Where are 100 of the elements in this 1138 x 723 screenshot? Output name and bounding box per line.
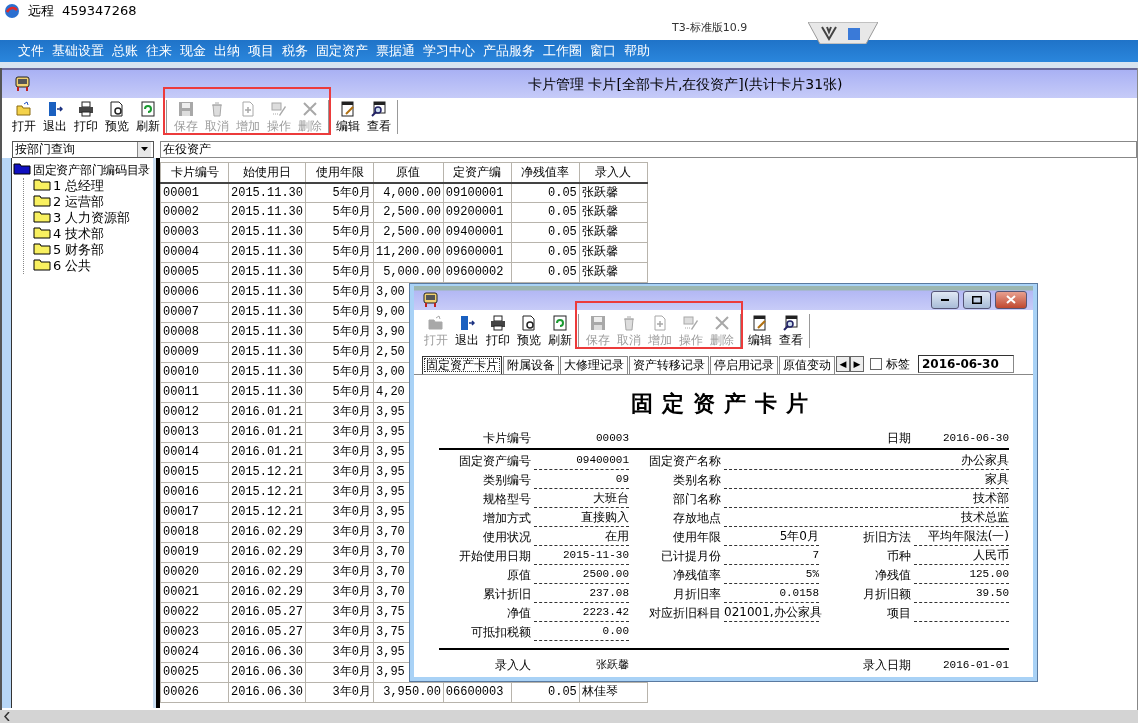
menu-item[interactable]: 学习中心 [419, 40, 479, 62]
field-label: 折旧方法 [862, 529, 912, 547]
menu-item[interactable]: 文件 [14, 40, 48, 62]
toolbar-button[interactable]: 打印 [482, 314, 513, 348]
menu-item[interactable]: 票据通 [372, 40, 419, 62]
splitter[interactable] [153, 158, 160, 708]
table-cell: 3年0月 [305, 562, 374, 583]
field-label: 可抵扣税额 [470, 624, 532, 642]
toolbar-button[interactable]: 预览 [513, 314, 544, 348]
maximize-button[interactable] [963, 290, 991, 309]
menu-item[interactable]: 基础设置 [48, 40, 108, 62]
tab[interactable]: 资产转移记录 [629, 356, 709, 374]
menu-item[interactable]: 项目 [244, 40, 278, 62]
toolbar-button[interactable]: 编辑 [744, 314, 775, 348]
menu-item[interactable]: 工作圈 [539, 40, 586, 62]
pen-page-icon [751, 315, 768, 331]
column-header[interactable]: 原值 [373, 162, 444, 183]
toolbar-button[interactable]: 退出 [39, 100, 70, 134]
toolbar-button[interactable]: 查看 [775, 314, 806, 348]
column-header[interactable]: 定资产编 [443, 162, 512, 183]
tree-item[interactable]: 2 运营部 [24, 194, 153, 210]
tab-scroll-button[interactable]: ▶ [850, 356, 864, 372]
table-cell: 张跃馨 [579, 202, 648, 223]
field-label: 规格型号 [482, 491, 532, 509]
menu-item[interactable]: 出纳 [210, 40, 244, 62]
field-label: 净残值率 [672, 567, 722, 585]
toolbar-button[interactable]: 编辑 [332, 100, 363, 134]
tab[interactable]: 附属设备 [503, 356, 559, 374]
menu-item[interactable]: 产品服务 [479, 40, 539, 62]
tree-item[interactable]: 固定资产部门编码目录 [13, 162, 153, 178]
tab[interactable]: 停启用记录 [710, 356, 778, 374]
field-value: 在用 [534, 528, 629, 547]
query-dropdown[interactable]: 按部门查询 [12, 140, 154, 158]
table-cell: 5年0月 [305, 362, 374, 383]
minimize-button[interactable] [931, 290, 959, 309]
field-value: 家具 [724, 471, 1009, 490]
table-cell: 2,500.00 [373, 202, 444, 223]
column-header[interactable]: 录入人 [579, 162, 648, 183]
tab[interactable]: 原值变动 [779, 356, 835, 374]
toolbar-button[interactable]: 打开 [8, 100, 39, 134]
column-header[interactable]: 使用年限 [305, 162, 374, 183]
add-page-icon [239, 101, 256, 117]
tab[interactable]: 固定资产卡片 [422, 356, 502, 374]
table-cell: 00009 [160, 342, 229, 363]
checkbox[interactable] [870, 358, 882, 370]
column-header[interactable]: 卡片编号 [160, 162, 229, 183]
table-cell: 2016.06.30 [228, 642, 306, 663]
toolbar-button[interactable]: 打印 [70, 100, 101, 134]
toolbar-button[interactable]: 查看 [363, 100, 394, 134]
toolbar-button[interactable]: 预览 [101, 100, 132, 134]
menu-item[interactable]: 总账 [108, 40, 142, 62]
toolbar-button[interactable]: 刷新 [132, 100, 163, 134]
tree-item[interactable]: 3 人力资源部 [24, 210, 153, 226]
menu-item[interactable]: 现金 [176, 40, 210, 62]
field-label: 固定资产编号 [458, 453, 532, 471]
minimize-icon [941, 298, 949, 301]
scrollbar[interactable] [0, 710, 1138, 723]
table-cell: 2015.11.30 [228, 302, 306, 323]
tree-item[interactable]: 5 财务部 [24, 242, 153, 258]
field-label: 使用状况 [482, 529, 532, 547]
table-cell: 2016.06.30 [228, 682, 306, 703]
field-value: 237.08 [534, 585, 629, 604]
table-cell: 2016.02.29 [228, 562, 306, 583]
table-cell: 2015.11.30 [228, 362, 306, 383]
tree-item[interactable]: 6 公共 [24, 258, 153, 274]
field-label: 月折旧额 [862, 586, 912, 604]
pencil-icon [682, 315, 699, 331]
tree-item[interactable]: 4 技术部 [24, 226, 153, 242]
field-value: 0.0158 [724, 585, 819, 604]
close-button[interactable] [995, 290, 1027, 309]
window-title: 卡片管理 卡片[全部卡片,在役资产](共计卡片31张) [528, 75, 843, 93]
menu-item[interactable]: 固定资产 [312, 40, 372, 62]
table-cell: 5年0月 [305, 302, 374, 323]
column-header[interactable]: 净残值率 [511, 162, 580, 183]
dropdown-arrow-icon [141, 147, 148, 151]
refresh-icon [551, 315, 568, 331]
column-header[interactable]: 始使用日 [228, 162, 306, 183]
table-cell: 5年0月 [305, 322, 374, 343]
folder-icon [33, 258, 51, 271]
menu-item[interactable]: 窗口 [586, 40, 620, 62]
table-cell: 5年0月 [305, 262, 374, 283]
field-value: 7 [724, 547, 819, 566]
tree-item[interactable]: 1 总经理 [24, 178, 153, 194]
menu-item[interactable]: 帮助 [620, 40, 654, 62]
folder-icon [427, 315, 444, 331]
table-cell: 00014 [160, 442, 229, 463]
menu-item[interactable]: 往来 [142, 40, 176, 62]
toolbar-button[interactable]: 退出 [451, 314, 482, 348]
folder-icon [33, 226, 51, 239]
field-value: 021001,办公家具 [724, 604, 819, 623]
toolbar-button[interactable]: 刷新 [544, 314, 575, 348]
table-cell: 00011 [160, 382, 229, 403]
table-cell: 00007 [160, 302, 229, 323]
table-cell: 3年0月 [305, 422, 374, 443]
date-field[interactable]: 2016-06-30 [918, 355, 1014, 373]
field-label: 对应折旧科目 [648, 605, 722, 623]
tab-scroll-button[interactable]: ◀ [836, 356, 850, 372]
tab[interactable]: 大修理记录 [560, 356, 628, 374]
menu-item[interactable]: 税务 [278, 40, 312, 62]
field-label: 原值 [506, 567, 532, 585]
